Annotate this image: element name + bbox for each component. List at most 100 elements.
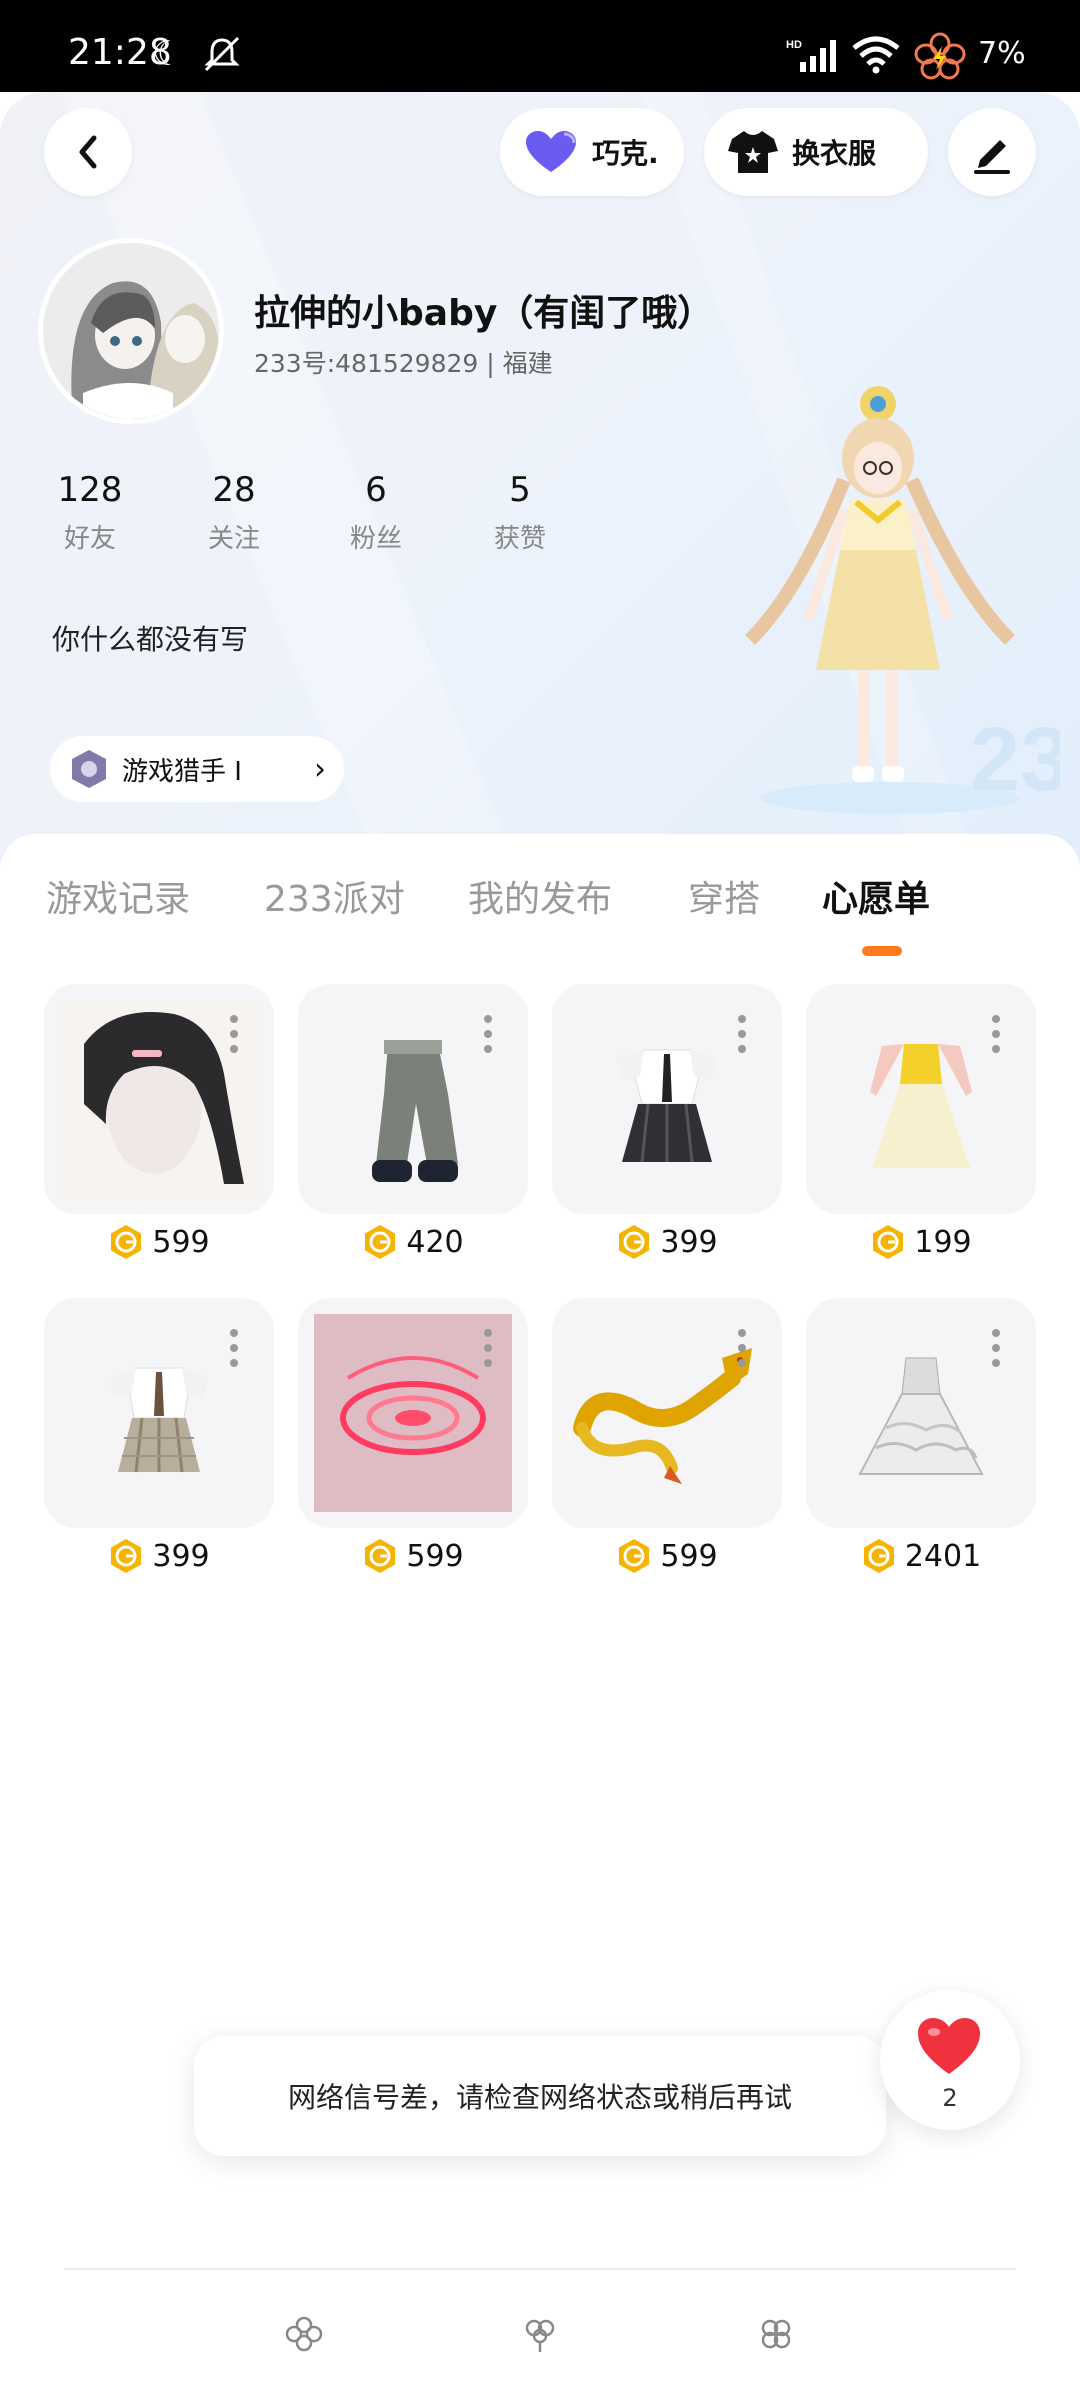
lace-gown-image	[858, 1357, 984, 1475]
hair-image	[60, 1000, 258, 1200]
item-price: 420	[298, 1224, 528, 1260]
wishlist-item[interactable]: 599	[44, 984, 274, 1260]
wishlist-item[interactable]: 599	[552, 1298, 782, 1574]
heart-icon	[918, 2018, 980, 2074]
price-value: 599	[660, 1538, 718, 1574]
tab-233-party[interactable]: 233派对	[264, 870, 405, 922]
coin-icon	[111, 1539, 142, 1573]
item-thumbnail	[552, 984, 782, 1214]
more-options-icon[interactable]	[992, 1014, 1000, 1054]
more-options-icon[interactable]	[484, 1328, 492, 1368]
stat-likes[interactable]: 5 获赞	[460, 470, 580, 555]
price-value: 399	[660, 1224, 718, 1260]
wishlist-item[interactable]: 199	[806, 984, 1036, 1260]
stat-label: 好友	[63, 524, 116, 554]
item-thumbnail	[44, 1298, 274, 1528]
chevron-left-icon	[79, 135, 97, 169]
uniform-plaid-image	[110, 1367, 208, 1473]
like-count: 2	[942, 2084, 958, 2112]
back-button[interactable]	[44, 108, 132, 196]
coin-icon	[111, 1225, 142, 1259]
svg-text:HD: HD	[786, 39, 802, 51]
more-options-icon[interactable]	[230, 1014, 238, 1054]
avatar[interactable]	[38, 238, 224, 424]
item-price: 399	[44, 1538, 274, 1574]
battery-percent: 7%	[978, 36, 1026, 71]
tab-outfits[interactable]: 穿搭	[688, 870, 760, 922]
item-price: 199	[806, 1224, 1036, 1260]
wishlist-item[interactable]: 599	[298, 1298, 528, 1574]
purple-heart-icon	[526, 131, 576, 172]
battery-saver-flower-icon	[914, 32, 966, 80]
change-outfit-button[interactable]: 换衣服	[704, 108, 928, 196]
item-thumbnail	[298, 1298, 528, 1528]
flower-nav-icon[interactable]	[284, 2314, 324, 2354]
wishlist-item[interactable]: 399	[552, 984, 782, 1260]
price-value: 199	[914, 1224, 972, 1260]
tab-indicator	[862, 946, 902, 956]
stat-label: 关注	[207, 524, 260, 554]
stat-fans[interactable]: 6 粉丝	[316, 470, 436, 555]
price-value: 599	[406, 1538, 464, 1574]
yellow-dress-image	[870, 1044, 972, 1168]
signal-icon: HD	[786, 39, 836, 72]
edit-profile-button[interactable]	[948, 108, 1036, 196]
coin-icon	[619, 1539, 650, 1573]
like-button[interactable]: 2	[880, 1990, 1020, 2130]
content-panel: 游戏记录 233派对 我的发布 穿搭 心愿单 599 420 399 199 3…	[0, 834, 1080, 2400]
wishlist-item[interactable]: 2401	[806, 1298, 1036, 1574]
wishlist-item[interactable]: 420	[298, 984, 528, 1260]
achievement-badge[interactable]: 游戏猎手 I ›	[50, 736, 344, 802]
wishlist-item[interactable]: 399	[44, 1298, 274, 1574]
item-price: 599	[44, 1224, 274, 1260]
stat-label: 获赞	[493, 524, 546, 554]
stat-label: 粉丝	[349, 524, 402, 554]
coin-icon	[619, 1225, 650, 1259]
clover-nav-icon[interactable]	[756, 2314, 796, 2354]
price-value: 399	[152, 1538, 210, 1574]
wifi-icon	[852, 36, 900, 74]
item-price: 599	[552, 1538, 782, 1574]
profile-tabs: 游戏记录 233派对 我的发布 穿搭 心愿单	[0, 870, 1080, 930]
glow-platform-image	[314, 1314, 512, 1512]
item-price: 2401	[806, 1538, 1036, 1574]
tab-my-posts[interactable]: 我的发布	[468, 870, 612, 922]
mute-bell-icon	[204, 36, 240, 72]
more-options-icon[interactable]	[992, 1328, 1000, 1368]
stat-value: 128	[57, 470, 123, 510]
item-thumbnail	[806, 984, 1036, 1214]
price-value: 2401	[904, 1538, 982, 1574]
moon-icon: ☾	[152, 34, 183, 74]
username: 拉伸的小baby（有闺了哦）	[254, 293, 714, 334]
tab-game-records[interactable]: 游戏记录	[46, 870, 190, 922]
badge-label: 游戏猎手 I	[122, 756, 242, 787]
shirt-icon	[728, 131, 778, 173]
stat-value: 5	[509, 470, 531, 510]
pet-label: 巧克.	[592, 137, 659, 170]
more-options-icon[interactable]	[738, 1014, 746, 1054]
stat-following[interactable]: 28 关注	[174, 470, 294, 555]
golden-dragon-image	[573, 1348, 752, 1484]
chevron-right-icon: ›	[314, 751, 326, 787]
more-options-icon[interactable]	[230, 1328, 238, 1368]
pen-icon	[974, 140, 1010, 174]
stat-value: 28	[212, 470, 256, 510]
bottom-divider	[64, 2268, 1016, 2270]
pet-button[interactable]: 巧克.	[500, 108, 684, 196]
tab-wishlist[interactable]: 心愿单	[822, 870, 930, 922]
item-thumbnail	[298, 984, 528, 1214]
avatar-character[interactable]: 233	[720, 370, 1060, 830]
uniform-dark-image	[616, 1049, 718, 1163]
sprout-nav-icon[interactable]	[520, 2314, 560, 2354]
coin-icon	[863, 1539, 894, 1573]
network-error-toast: 网络信号差，请检查网络状态或稍后再试	[194, 2036, 886, 2156]
avatar-image	[43, 243, 219, 419]
more-options-icon[interactable]	[738, 1328, 746, 1368]
stat-friends[interactable]: 128 好友	[30, 470, 150, 555]
item-thumbnail	[806, 1298, 1036, 1528]
price-value: 599	[152, 1224, 210, 1260]
coin-icon	[365, 1225, 396, 1259]
more-options-icon[interactable]	[484, 1014, 492, 1054]
item-thumbnail	[44, 984, 274, 1214]
item-price: 399	[552, 1224, 782, 1260]
